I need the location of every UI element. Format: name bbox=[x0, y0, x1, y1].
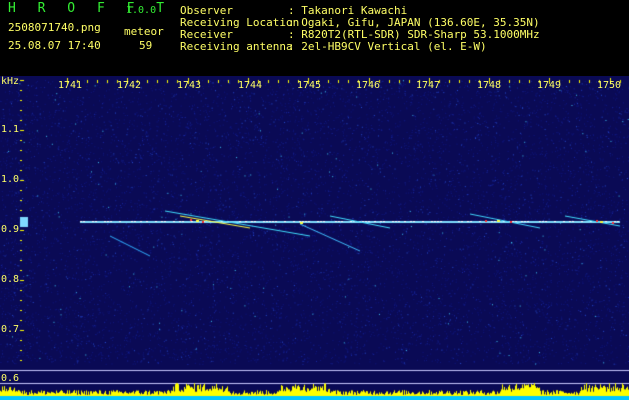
meteor-label: meteor bbox=[124, 25, 164, 38]
y-tick-label: 0.6 bbox=[1, 373, 20, 384]
antenna-value: : 2el-HB9CV Vertical (el. E-W) bbox=[288, 40, 487, 53]
meteor-count: 59 bbox=[139, 39, 153, 52]
file-name: 2508071740.png bbox=[8, 21, 101, 34]
y-tick-label: 0.9 bbox=[1, 224, 20, 235]
x-tick-label: 1748 bbox=[477, 80, 502, 91]
x-tick-label: 1745 bbox=[297, 80, 322, 91]
antenna-label: Receiving antenna bbox=[180, 40, 293, 53]
y-tick-label: 1.1 bbox=[1, 124, 20, 135]
x-tick-label: 1742 bbox=[117, 80, 142, 91]
y-tick-label: 0.8 bbox=[1, 274, 20, 285]
header-panel: H R O F F T 1.0.0 2508071740.png meteor … bbox=[0, 0, 629, 76]
file-datetime: 25.08.07 17:40 bbox=[8, 39, 101, 52]
app-version: 1.0.0 bbox=[126, 5, 157, 16]
x-tick-label: 1747 bbox=[416, 80, 441, 91]
spectrogram-canvas bbox=[0, 76, 629, 400]
y-tick-label: 0.7 bbox=[1, 324, 20, 335]
y-unit-label: kHz bbox=[1, 76, 20, 87]
x-tick-label: 1749 bbox=[537, 80, 562, 91]
x-tick-label: 1750 bbox=[597, 80, 622, 91]
x-tick-label: 1743 bbox=[177, 80, 202, 91]
x-tick-label: 1741 bbox=[58, 80, 83, 91]
y-tick-label: 1.0 bbox=[1, 174, 20, 185]
x-tick-label: 1744 bbox=[238, 80, 263, 91]
x-tick-label: 1746 bbox=[356, 80, 381, 91]
